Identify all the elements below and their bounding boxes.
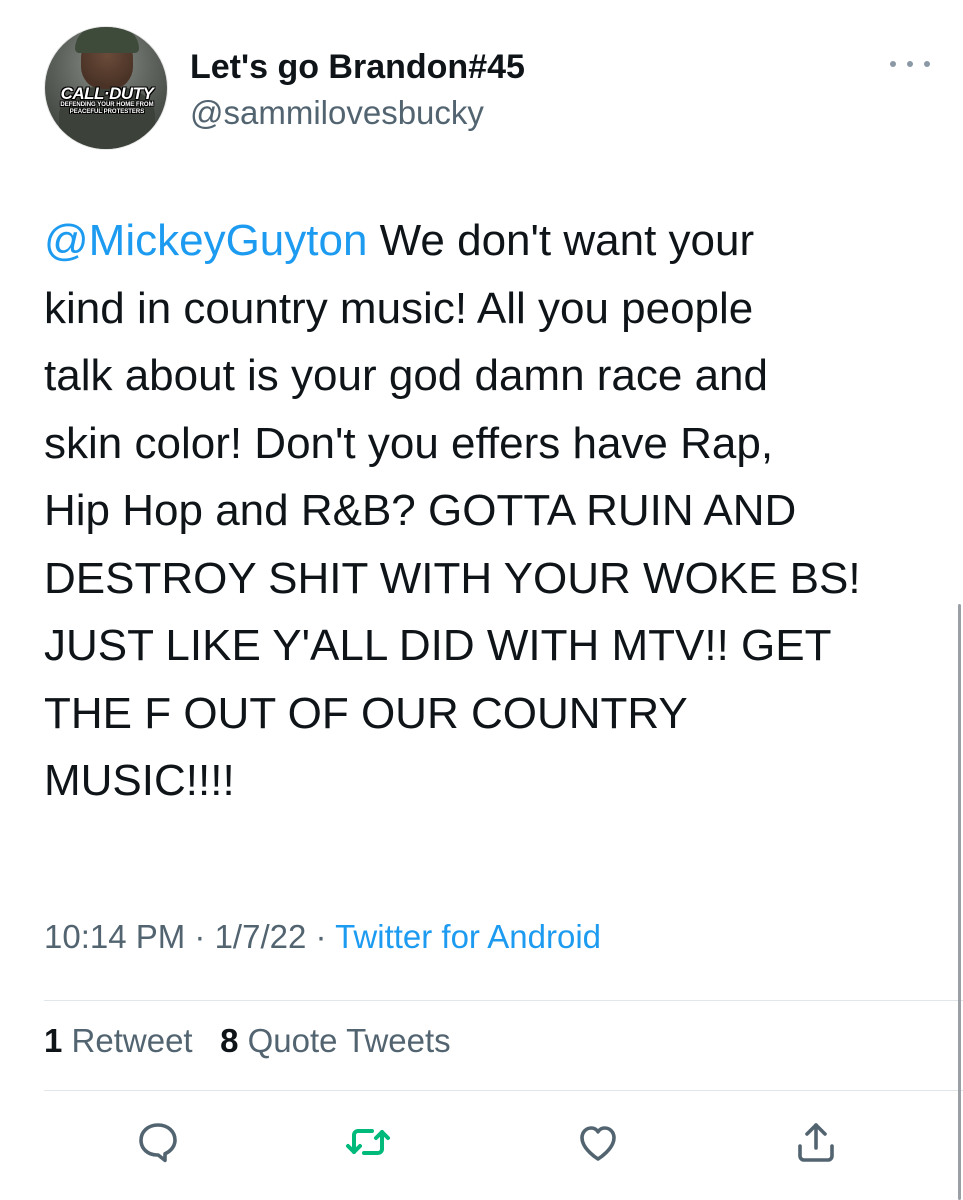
meta-separator: · <box>306 918 336 955</box>
tweet-line: THE F OUT OF OUR COUNTRY <box>44 688 688 738</box>
divider <box>44 1090 963 1091</box>
mention-link[interactable]: @MickeyGuyton <box>44 216 367 265</box>
heart-icon[interactable] <box>574 1118 622 1166</box>
more-dot <box>924 61 930 67</box>
share-icon[interactable] <box>792 1118 840 1166</box>
user-handle[interactable]: @sammilovesbucky <box>190 94 484 132</box>
more-dot <box>907 61 913 67</box>
avatar-logo-main: CALL·DUTY <box>60 84 154 103</box>
tweet-line: MUSIC!!!! <box>44 756 235 805</box>
retweets-label: Retweet <box>62 1022 193 1059</box>
tweet-line: JUST LIKE Y'ALL DID WITH MTV!! GET <box>44 621 832 670</box>
tweet-source-link[interactable]: Twitter for Android <box>335 918 601 955</box>
tweet-line: Hip Hop and R&B? GOTTA RUIN AND <box>44 486 797 535</box>
meta-separator: · <box>185 918 215 955</box>
tweet-line-text: We don't want your <box>367 216 755 265</box>
more-icon[interactable] <box>890 52 930 76</box>
quote-tweets-label: Quote Tweets <box>238 1022 451 1059</box>
tweet-date[interactable]: 1/7/22 <box>215 918 307 955</box>
avatar-logo-sub2: PEACEFUL PROTESTERS <box>69 109 145 115</box>
tweet-line: DESTROY SHIT WITH YOUR WOKE BS! <box>44 553 861 603</box>
avatar-helmet <box>75 27 139 53</box>
divider <box>44 1000 963 1001</box>
tweet-time[interactable]: 10:14 PM <box>44 918 185 955</box>
tweet-line: skin color! Don't you effers have Rap, <box>44 418 774 468</box>
avatar-logo-sub1: DEFENDING YOUR HOME FROM <box>60 102 154 108</box>
tweet-stats: 1 Retweet 8 Quote Tweets <box>44 1022 451 1060</box>
avatar-logo: CALL·DUTY DEFENDING YOUR HOME FROM PEACE… <box>57 85 157 116</box>
tweet-meta: 10:14 PM · 1/7/22 · Twitter for Android <box>44 918 601 956</box>
scrollbar[interactable] <box>958 604 961 1200</box>
retweet-icon[interactable] <box>344 1118 392 1166</box>
display-name[interactable]: Let's go Brandon#45 <box>190 48 525 87</box>
reply-icon[interactable] <box>134 1118 182 1166</box>
tweet: CALL·DUTY DEFENDING YOUR HOME FROM PEACE… <box>0 0 963 1200</box>
quote-tweets-stat[interactable]: 8 Quote Tweets <box>220 1022 451 1059</box>
retweets-count: 1 <box>44 1022 63 1059</box>
tweet-line: kind in country music! All you people <box>44 283 754 333</box>
more-dot <box>890 61 896 67</box>
tweet-line: @MickeyGuyton We don't want your <box>44 207 944 275</box>
tweet-text: @MickeyGuyton We don't want your kind in… <box>44 207 944 815</box>
avatar[interactable]: CALL·DUTY DEFENDING YOUR HOME FROM PEACE… <box>44 26 168 150</box>
quote-tweets-count: 8 <box>220 1022 239 1059</box>
retweets-stat[interactable]: 1 Retweet <box>44 1022 193 1059</box>
tweet-line: talk about is your god damn race and <box>44 351 769 400</box>
